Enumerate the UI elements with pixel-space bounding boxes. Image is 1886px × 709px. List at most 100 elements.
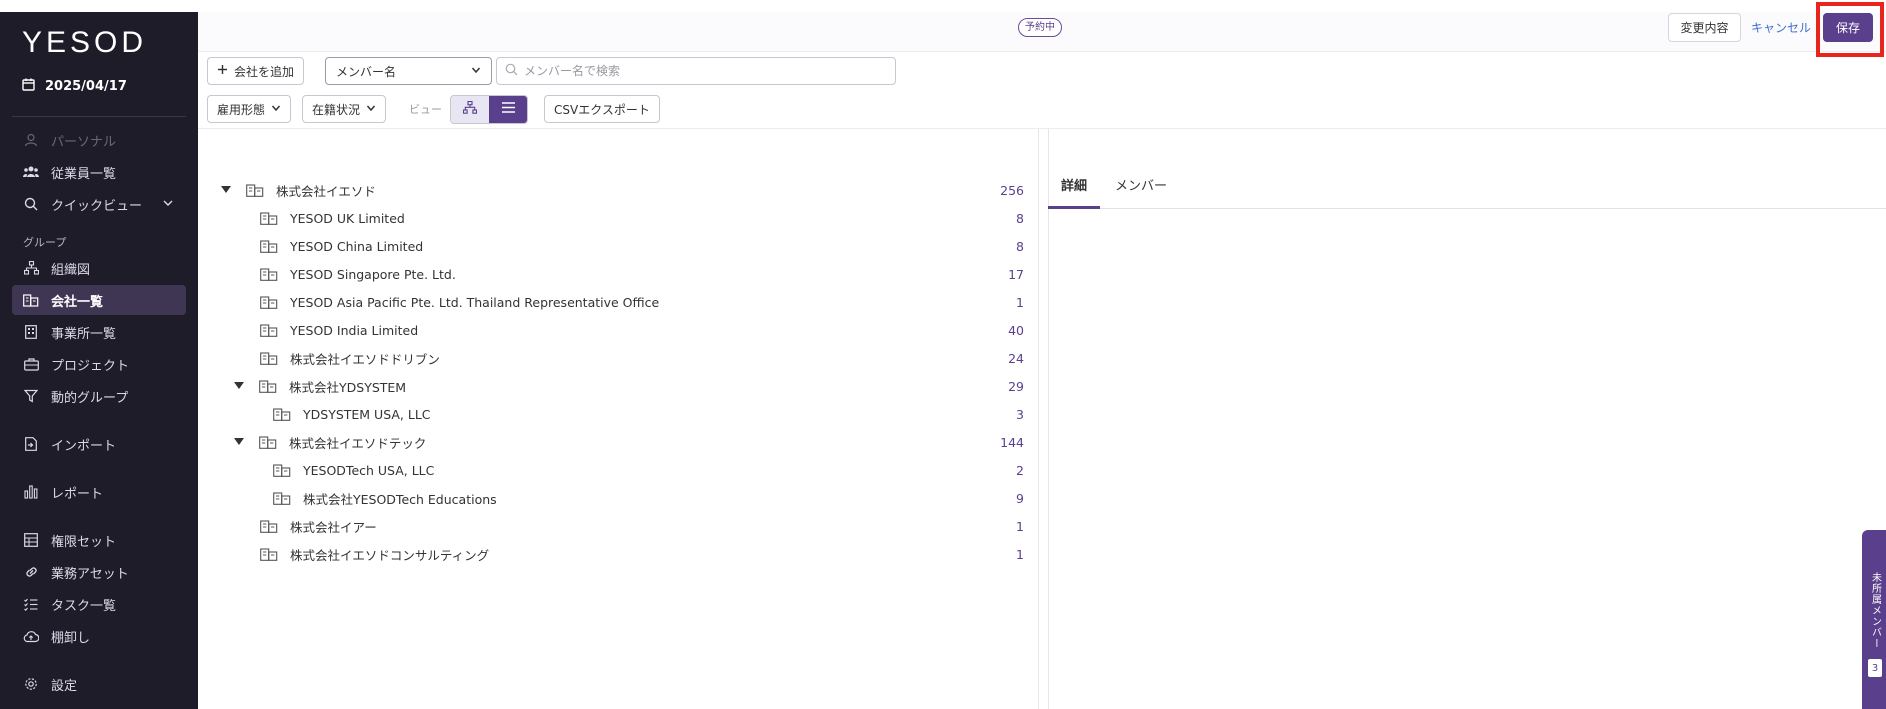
tree-view-button[interactable] (451, 96, 489, 123)
sidebar-item-personal[interactable]: パーソナル (12, 125, 186, 155)
tab-members[interactable]: メンバー (1115, 175, 1167, 194)
sidebar-item-projects[interactable]: プロジェクト (12, 349, 186, 379)
sidebar-item-companies[interactable]: 会社一覧 (12, 285, 186, 315)
tree-row[interactable]: 株式会社イエソドコンサルティング 1 (260, 540, 1024, 568)
member-count: 3 (1016, 406, 1024, 422)
company-name: 株式会社イエソドテック (289, 435, 427, 451)
briefcase-icon (23, 356, 39, 372)
sidebar-item-reports[interactable]: レポート (12, 477, 186, 507)
grid-icon (23, 532, 39, 548)
tree-row[interactable]: 株式会社YESODTech Educations 9 (273, 484, 1024, 512)
caret-down-icon[interactable] (233, 436, 245, 448)
company-name: YDSYSTEM USA, LLC (303, 406, 431, 422)
sidebar-item-import[interactable]: インポート (12, 429, 186, 459)
sidebar-item-settings[interactable]: 設定 (12, 669, 186, 699)
building-icon (273, 462, 291, 478)
tree-row[interactable]: YESODTech USA, LLC 2 (273, 456, 1024, 484)
add-company-button[interactable]: 会社を追加 (207, 57, 305, 85)
tree-row-ydsystem[interactable]: 株式会社YDSYSTEM 29 (233, 372, 1024, 400)
tree-row[interactable]: YDSYSTEM USA, LLC 3 (273, 400, 1024, 428)
company-name: YESOD India Limited (290, 322, 419, 338)
sidebar-item-tasks[interactable]: タスク一覧 (12, 589, 186, 619)
tree-row[interactable]: 株式会社イエソドドリブン 24 (260, 344, 1024, 372)
tree-row[interactable]: YESOD Singapore Pte. Ltd. 17 (260, 260, 1024, 288)
add-company-label: 会社を追加 (234, 64, 295, 79)
link-icon (23, 564, 39, 580)
unassigned-members-tab[interactable]: 未所属メンバー 3 (1862, 530, 1886, 709)
sidebar-item-label: クイックビュー (51, 198, 143, 214)
changes-button[interactable]: 変更内容 (1668, 13, 1741, 42)
sidebar-item-label: プロジェクト (51, 358, 130, 374)
member-field-select[interactable]: メンバー名 (325, 57, 492, 85)
building-icon (260, 238, 278, 254)
tree-row[interactable]: YESOD China Limited 8 (260, 232, 1024, 260)
tree-row[interactable]: YESOD India Limited 40 (260, 316, 1024, 344)
sidebar-item-offices[interactable]: 事業所一覧 (12, 317, 186, 347)
tree-row[interactable]: YESOD Asia Pacific Pte. Ltd. Thailand Re… (260, 288, 1024, 316)
yesod-logo[interactable]: YESOD (22, 26, 147, 60)
checklist-icon (23, 596, 39, 612)
employment-status-filter[interactable]: 在籍状況 (302, 95, 387, 123)
company-name: 株式会社イアー (290, 519, 377, 535)
company-name: 株式会社イエソドドリブン (290, 351, 440, 367)
chevron-down-icon (366, 102, 376, 116)
company-name: YESOD Asia Pacific Pte. Ltd. Thailand Re… (290, 294, 660, 310)
tree-row[interactable]: YESOD UK Limited 8 (260, 204, 1024, 232)
tree-row-yesodtech[interactable]: 株式会社イエソドテック 144 (233, 428, 1024, 456)
building-icon (260, 210, 278, 226)
sidebar-item-org-chart[interactable]: 組織図 (12, 253, 186, 283)
sidebar-item-inventory[interactable]: 棚卸し (12, 621, 186, 651)
sidebar-item-label: パーソナル (51, 134, 117, 150)
company-tree: 株式会社イエソド 256 YESOD UK Limited 8 YESOD Ch… (220, 176, 1024, 576)
member-count: 24 (1008, 350, 1024, 366)
building-icon (273, 406, 291, 422)
list-view-button[interactable] (489, 96, 527, 123)
member-search-input[interactable] (524, 64, 884, 78)
member-count: 8 (1016, 210, 1024, 226)
sidebar-item-label: 従業員一覧 (51, 166, 117, 182)
people-icon (23, 164, 39, 180)
org-chart-icon (462, 100, 478, 118)
building-icon (23, 292, 39, 308)
member-count: 1 (1016, 546, 1024, 562)
company-name: YESOD China Limited (290, 238, 424, 254)
caret-down-icon[interactable] (233, 380, 245, 392)
chevron-down-icon (162, 197, 174, 213)
cancel-button[interactable]: キャンセル (1751, 13, 1811, 42)
tab-details[interactable]: 詳細 (1061, 175, 1087, 194)
chevron-down-icon (471, 64, 481, 78)
sidebar-item-dynamic-groups[interactable]: 動的グループ (12, 381, 186, 411)
sidebar-item-business-assets[interactable]: 業務アセット (12, 557, 186, 587)
caret-down-icon[interactable] (220, 184, 232, 196)
filter-icon (23, 388, 39, 404)
sidebar-item-label: 組織図 (51, 262, 91, 278)
pane-divider[interactable] (1038, 129, 1039, 709)
tree-row-root[interactable]: 株式会社イエソド 256 (220, 176, 1024, 204)
csv-export-button[interactable]: CSVエクスポート (544, 95, 660, 123)
member-count: 256 (1000, 182, 1024, 198)
sidebar-item-employees[interactable]: 従業員一覧 (12, 157, 186, 187)
list-icon (501, 102, 515, 117)
sidebar-item-label: レポート (51, 486, 104, 502)
status-filter-label: 在籍状況 (312, 102, 361, 117)
company-name: 株式会社イエソド (276, 183, 376, 199)
save-button[interactable]: 保存 (1823, 13, 1873, 42)
employment-type-filter[interactable]: 雇用形態 (207, 95, 292, 123)
sidebar-item-quick-view[interactable]: クイックビュー (12, 189, 186, 219)
building-icon (259, 434, 277, 450)
sidebar-item-permission-sets[interactable]: 権限セット (12, 525, 186, 555)
sidebar: YESOD 2025/04/17 パーソナル 従業員一覧 クイックビュー グルー… (0, 12, 198, 709)
building-icon (260, 322, 278, 338)
current-date[interactable]: 2025/04/17 (22, 78, 127, 95)
member-count: 1 (1016, 518, 1024, 534)
sidebar-item-label: 業務アセット (51, 566, 129, 582)
building-icon (260, 294, 278, 310)
member-search-box[interactable] (496, 57, 896, 85)
member-count: 144 (1000, 434, 1024, 450)
sidebar-section-group: グループ (23, 236, 67, 249)
tree-row[interactable]: 株式会社イアー 1 (260, 512, 1024, 540)
sidebar-item-label: 動的グループ (51, 390, 129, 406)
employment-type-label: 雇用形態 (217, 102, 266, 117)
cloud-upload-icon (23, 628, 39, 644)
sidebar-item-label: タスク一覧 (51, 598, 117, 614)
